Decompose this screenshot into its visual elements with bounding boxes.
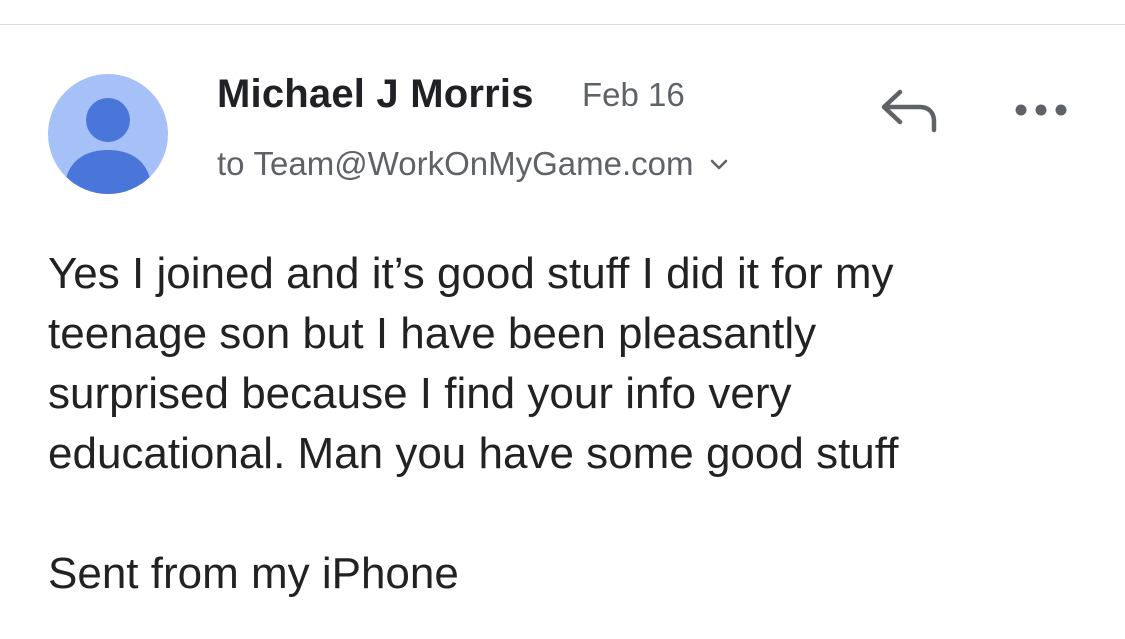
message-signature: Sent from my iPhone <box>48 549 459 598</box>
message-body-line: surprised because I find your info very <box>48 369 792 418</box>
message-body-line: educational. Man you have some good stuf… <box>48 429 899 478</box>
message-date: Feb 16 <box>582 76 685 113</box>
reply-button[interactable] <box>876 84 942 136</box>
sender-avatar[interactable] <box>48 74 168 194</box>
more-options-button[interactable] <box>1008 92 1074 128</box>
recipient-prefix: to <box>217 145 245 182</box>
header-divider <box>0 24 1125 25</box>
message-body-line: teenage son but I have been pleasantly <box>48 309 817 358</box>
chevron-down-icon <box>710 158 728 176</box>
message-body: Yes I joined and it’s good stuff I did i… <box>48 244 1088 484</box>
person-avatar-icon <box>64 98 152 194</box>
recipient-address: Team@WorkOnMyGame.com <box>253 145 694 182</box>
recipient-details-toggle[interactable]: to Team@WorkOnMyGame.com <box>217 144 728 184</box>
reply-icon <box>881 89 937 133</box>
sender-name[interactable]: Michael J Morris <box>217 72 534 117</box>
more-horizontal-icon <box>1015 104 1067 116</box>
message-body-line: Yes I joined and it’s good stuff I did i… <box>48 249 894 298</box>
